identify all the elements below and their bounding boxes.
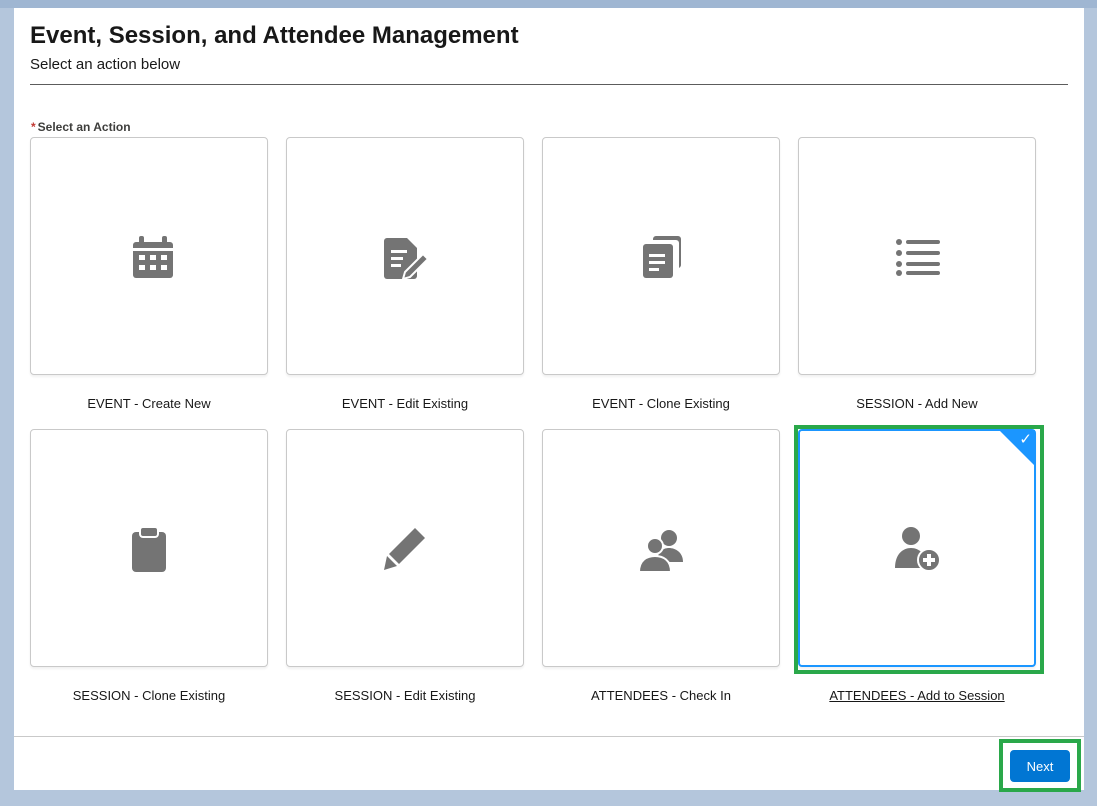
next-button[interactable]: Next bbox=[1010, 750, 1070, 782]
page-title: Event, Session, and Attendee Management bbox=[30, 22, 519, 49]
tile-session-edit-existing[interactable] bbox=[286, 429, 524, 667]
tile-label: ATTENDEES - Check In bbox=[591, 688, 731, 703]
tile-label: SESSION - Add New bbox=[856, 396, 978, 411]
action-panel: Event, Session, and Attendee Management … bbox=[14, 8, 1084, 790]
required-marker: * bbox=[31, 120, 36, 134]
edit-document-icon bbox=[381, 232, 429, 280]
tile-label: EVENT - Edit Existing bbox=[341, 396, 469, 411]
tile-label: SESSION - Clone Existing bbox=[72, 688, 226, 703]
tile-attendees-add-to-session[interactable]: ✓ bbox=[798, 429, 1036, 667]
tile-event-create-new[interactable] bbox=[30, 137, 268, 375]
list-icon bbox=[893, 232, 941, 280]
tile-label: SESSION - Edit Existing bbox=[334, 688, 476, 703]
page-subtitle: Select an action below bbox=[30, 56, 181, 73]
tile-event-edit-existing[interactable] bbox=[286, 137, 524, 375]
tile-label-selected: ATTENDEES - Add to Session bbox=[829, 688, 1005, 703]
select-action-label-text: Select an Action bbox=[37, 120, 131, 134]
pencil-icon bbox=[381, 524, 429, 572]
check-icon: ✓ bbox=[1019, 431, 1032, 448]
people-icon bbox=[637, 524, 685, 572]
add-user-icon bbox=[893, 524, 941, 572]
tile-label: EVENT - Clone Existing bbox=[592, 396, 730, 411]
tile-event-clone-existing[interactable] bbox=[542, 137, 780, 375]
tile-attendees-check-in[interactable] bbox=[542, 429, 780, 667]
copy-document-icon bbox=[637, 232, 685, 280]
tile-session-add-new[interactable] bbox=[798, 137, 1036, 375]
footer-divider bbox=[14, 736, 1084, 737]
tile-label: EVENT - Create New bbox=[87, 396, 211, 411]
tile-session-clone-existing[interactable] bbox=[30, 429, 268, 667]
header-divider bbox=[30, 84, 1068, 85]
calendar-icon bbox=[125, 232, 173, 280]
window-background bbox=[0, 0, 1097, 8]
clipboard-icon bbox=[125, 524, 173, 572]
select-action-label: * Select an Action bbox=[31, 120, 131, 134]
